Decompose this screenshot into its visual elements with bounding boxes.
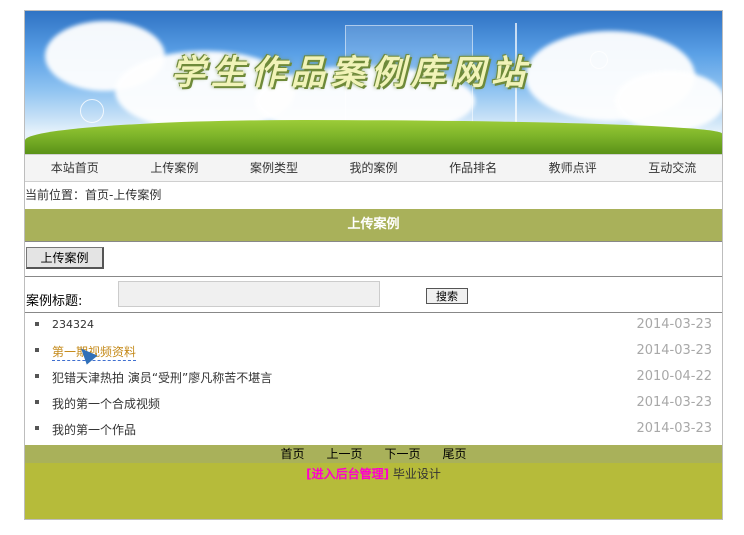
breadcrumb: 当前位置：首页-上传案例 [25, 182, 722, 210]
case-title-link[interactable]: 234324 [52, 318, 94, 331]
list-item: 第一期视频资料 2014-03-23 [25, 339, 722, 365]
bullet-icon [35, 374, 39, 378]
nav-item-home[interactable]: 本站首页 [25, 155, 125, 181]
case-date: 2014-03-23 [636, 395, 712, 410]
case-date: 2014-03-23 [636, 317, 712, 332]
pagination: 首页 上一页 下一页 尾页 [25, 445, 722, 463]
main-nav: 本站首页 上传案例 案例类型 我的案例 作品排名 教师点评 互动交流 [25, 154, 722, 182]
nav-item-my-cases[interactable]: 我的案例 [324, 155, 424, 181]
case-title-link[interactable]: 我的第一个作品 [52, 421, 136, 438]
nav-item-teacher-review[interactable]: 教师点评 [523, 155, 623, 181]
banner-grass [25, 120, 722, 154]
pager-next-link[interactable]: 下一页 [385, 445, 421, 463]
page-frame: 学生作品案例库网站 本站首页 上传案例 案例类型 我的案例 作品排名 教师点评 … [24, 10, 723, 520]
nav-item-interaction[interactable]: 互动交流 [622, 155, 722, 181]
list-item: 234324 2014-03-23 [25, 313, 722, 339]
bullet-icon [35, 348, 39, 352]
nav-item-types[interactable]: 案例类型 [224, 155, 324, 181]
upload-row: 上传案例 [25, 241, 722, 277]
case-date: 2014-03-23 [636, 343, 712, 358]
case-date: 2014-03-23 [636, 421, 712, 436]
list-item: 我的第一个作品 2014-03-23 [25, 417, 722, 443]
case-title-link[interactable]: 犯错天津热拍 演员“受刑”廖凡称苦不堪言 [52, 369, 272, 386]
section-title: 上传案例 [25, 209, 722, 241]
list-item: 犯错天津热拍 演员“受刑”廖凡称苦不堪言 2010-04-22 [25, 365, 722, 391]
case-title-link[interactable]: 我的第一个合成视频 [52, 395, 160, 412]
pager-last-link[interactable]: 尾页 [443, 445, 467, 463]
footer-text: 毕业设计 [392, 467, 441, 481]
banner-bubble [80, 99, 104, 123]
banner-bubble [590, 51, 608, 69]
bullet-icon [35, 426, 39, 430]
bullet-icon [35, 400, 39, 404]
admin-link[interactable]: [进入后台管理] [306, 467, 389, 481]
nav-item-ranking[interactable]: 作品排名 [423, 155, 523, 181]
upload-case-button[interactable]: 上传案例 [26, 247, 104, 269]
search-row: 案例标题: 搜索 [25, 277, 722, 313]
case-list: 234324 2014-03-23 第一期视频资料 2014-03-23 犯错天… [25, 313, 722, 445]
footer: [进入后台管理] 毕业设计 [25, 463, 722, 519]
pager-prev-link[interactable]: 上一页 [326, 445, 362, 463]
pager-first-link[interactable]: 首页 [280, 445, 304, 463]
site-title: 学生作品案例库网站 [171, 53, 531, 93]
footer-line: [进入后台管理] 毕业设计 [25, 463, 722, 482]
list-item: 我的第一个合成视频 2014-03-23 [25, 391, 722, 417]
search-button[interactable]: 搜索 [426, 288, 468, 304]
case-date: 2010-04-22 [636, 369, 712, 384]
banner-cloud [615, 71, 722, 131]
search-input[interactable] [118, 281, 380, 307]
bullet-icon [35, 322, 39, 326]
search-label: 案例标题: [26, 294, 83, 309]
banner: 学生作品案例库网站 [25, 11, 722, 154]
nav-item-upload[interactable]: 上传案例 [125, 155, 225, 181]
